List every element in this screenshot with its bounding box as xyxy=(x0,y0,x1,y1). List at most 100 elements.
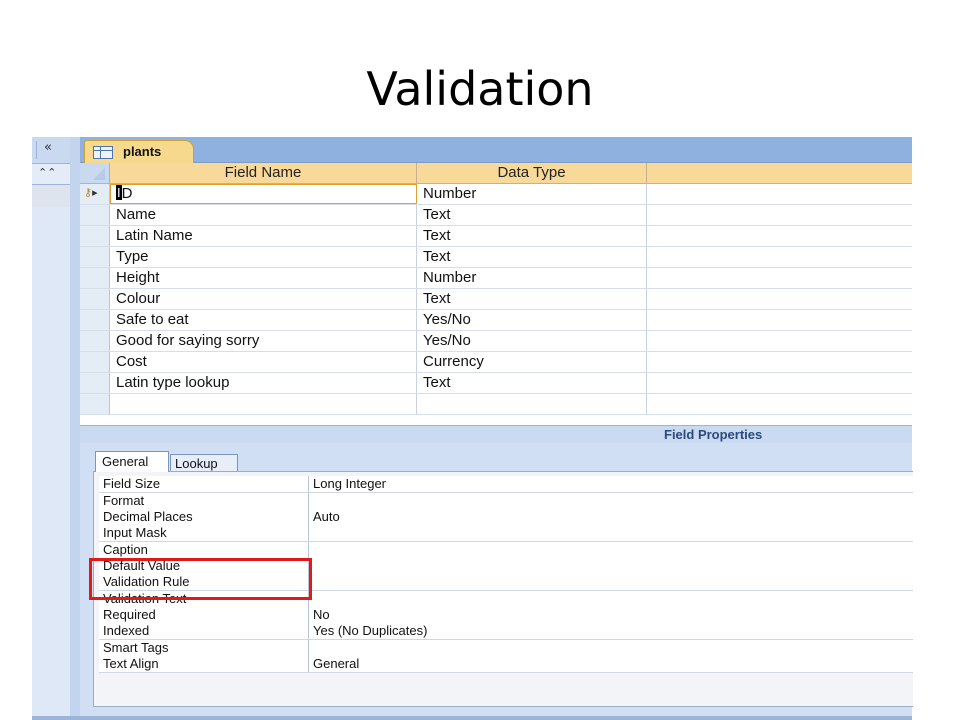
nav-selected-area xyxy=(32,185,70,207)
table-row[interactable]: Safe to eat Yes/No xyxy=(80,310,912,331)
property-row[interactable]: Required No xyxy=(99,607,913,624)
row-selector[interactable] xyxy=(80,205,110,225)
table-icon xyxy=(93,146,113,159)
nav-section-header[interactable]: ⌃⌃ xyxy=(32,164,70,185)
data-type-cell[interactable]: Text xyxy=(417,289,647,309)
data-type-cell[interactable]: Text xyxy=(417,247,647,267)
description-cell[interactable] xyxy=(647,268,912,288)
field-name-cell[interactable]: Latin type lookup xyxy=(110,373,417,393)
row-selector[interactable] xyxy=(80,226,110,246)
tab-plants[interactable]: plants xyxy=(84,140,194,163)
data-type-cell[interactable]: Number xyxy=(417,268,647,288)
description-cell[interactable] xyxy=(647,373,912,393)
row-selector[interactable] xyxy=(80,394,110,414)
document-tab-strip: plants xyxy=(80,137,912,163)
slide-title: Validation xyxy=(366,62,594,116)
description-cell[interactable] xyxy=(647,289,912,309)
property-value[interactable]: Auto xyxy=(309,509,913,525)
property-value[interactable]: Yes (No Duplicates) xyxy=(309,623,913,639)
data-type-cell[interactable]: Yes/No xyxy=(417,331,647,351)
row-selector[interactable] xyxy=(80,289,110,309)
field-name-cell[interactable]: Colour xyxy=(110,289,417,309)
field-name-cell[interactable]: Name xyxy=(110,205,417,225)
table-row[interactable]: Type Text xyxy=(80,247,912,268)
table-row[interactable]: Colour Text xyxy=(80,289,912,310)
field-name-cell[interactable]: Latin Name xyxy=(110,226,417,246)
data-type-cell[interactable]: Text xyxy=(417,205,647,225)
property-row[interactable]: Indexed Yes (No Duplicates) xyxy=(99,623,913,640)
description-cell[interactable] xyxy=(647,184,912,204)
property-value[interactable] xyxy=(309,493,913,509)
property-value[interactable] xyxy=(309,591,913,607)
collapse-nav-icon[interactable]: « xyxy=(44,140,52,155)
property-row[interactable]: Field Size Long Integer xyxy=(99,476,913,493)
field-name-cell[interactable]: Type xyxy=(110,247,417,267)
property-row[interactable]: Text Align General xyxy=(99,656,913,673)
field-name-cell[interactable]: Cost xyxy=(110,352,417,372)
data-type-cell[interactable]: Number xyxy=(417,184,647,204)
property-value[interactable] xyxy=(309,542,913,558)
data-type-cell[interactable]: Text xyxy=(417,226,647,246)
description-cell[interactable] xyxy=(647,352,912,372)
table-row[interactable] xyxy=(80,394,912,415)
data-type-cell[interactable]: Yes/No xyxy=(417,310,647,330)
nav-pane-header: « xyxy=(32,137,70,164)
tab-general[interactable]: General xyxy=(95,451,169,472)
property-value[interactable]: General xyxy=(309,656,913,672)
row-selector[interactable] xyxy=(80,352,110,372)
chevron-up-double-icon[interactable]: ⌃⌃ xyxy=(38,166,56,179)
row-selector[interactable] xyxy=(80,373,110,393)
row-selector[interactable]: ⚷▸ xyxy=(80,184,110,204)
property-value[interactable] xyxy=(309,558,913,574)
property-name: Field Size xyxy=(99,476,309,492)
tab-lookup[interactable]: Lookup xyxy=(170,454,238,472)
property-value[interactable] xyxy=(309,640,913,656)
property-row[interactable]: Decimal Places Auto xyxy=(99,509,913,526)
data-type-cell[interactable] xyxy=(417,394,647,414)
description-cell[interactable] xyxy=(647,226,912,246)
table-row[interactable]: Latin Name Text xyxy=(80,226,912,247)
description-cell[interactable] xyxy=(647,310,912,330)
property-name: Caption xyxy=(99,542,309,558)
property-value[interactable] xyxy=(309,525,913,541)
property-value[interactable] xyxy=(309,574,913,590)
table-row[interactable]: Cost Currency xyxy=(80,352,912,373)
field-name-header: Field Name xyxy=(110,163,417,183)
table-row[interactable]: Height Number xyxy=(80,268,912,289)
field-name-cell[interactable]: Height xyxy=(110,268,417,288)
field-properties-bar: Field Properties xyxy=(80,425,912,444)
data-type-cell[interactable]: Currency xyxy=(417,352,647,372)
property-row[interactable]: Caption xyxy=(99,542,913,559)
table-row[interactable]: Latin type lookup Text xyxy=(80,373,912,394)
description-cell[interactable] xyxy=(647,394,912,414)
field-name-cell[interactable] xyxy=(110,394,417,414)
table-row[interactable]: Name Text xyxy=(80,205,912,226)
row-selector[interactable] xyxy=(80,310,110,330)
primary-key-icon: ⚷▸ xyxy=(84,186,98,199)
property-row[interactable]: Format xyxy=(99,493,913,510)
description-cell[interactable] xyxy=(647,205,912,225)
data-type-header: Data Type xyxy=(417,163,647,183)
property-value[interactable]: No xyxy=(309,607,913,623)
select-all-corner[interactable] xyxy=(80,163,110,183)
property-name: Input Mask xyxy=(99,525,309,541)
property-value[interactable]: Long Integer xyxy=(309,476,913,492)
description-header xyxy=(647,163,912,183)
property-name: Required xyxy=(99,607,309,623)
field-name-cell[interactable]: ID xyxy=(110,184,417,204)
table-row[interactable]: Good for saying sorry Yes/No xyxy=(80,331,912,352)
table-row[interactable]: ⚷▸ ID Number xyxy=(80,184,912,205)
data-type-cell[interactable]: Text xyxy=(417,373,647,393)
window-bottom-edge xyxy=(32,716,912,720)
field-name-cell[interactable]: Safe to eat xyxy=(110,310,417,330)
row-selector[interactable] xyxy=(80,268,110,288)
property-row[interactable]: Input Mask xyxy=(99,525,913,542)
property-name: Decimal Places xyxy=(99,509,309,525)
property-row[interactable]: Smart Tags xyxy=(99,640,913,657)
tab-label: plants xyxy=(123,144,162,159)
description-cell[interactable] xyxy=(647,247,912,267)
row-selector[interactable] xyxy=(80,247,110,267)
field-name-cell[interactable]: Good for saying sorry xyxy=(110,331,417,351)
description-cell[interactable] xyxy=(647,331,912,351)
row-selector[interactable] xyxy=(80,331,110,351)
